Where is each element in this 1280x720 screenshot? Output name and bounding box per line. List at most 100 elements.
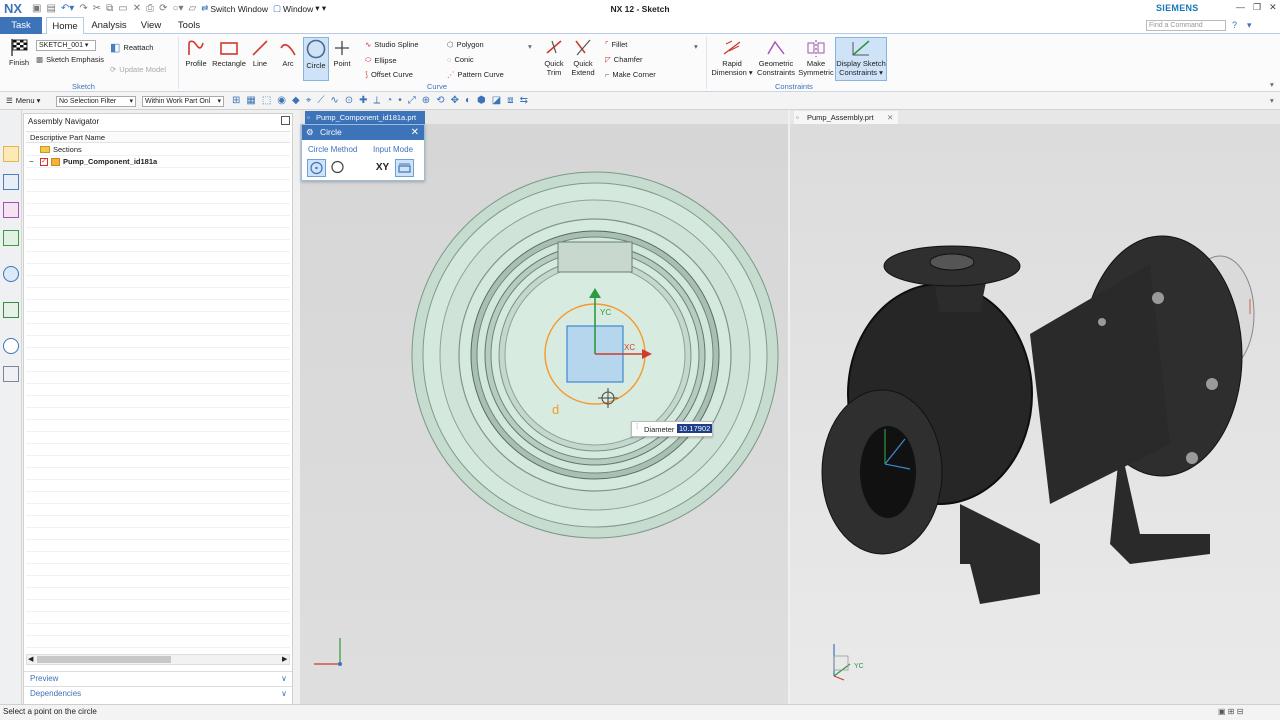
- web-browser-icon[interactable]: [3, 266, 19, 282]
- snap-control-icon[interactable]: ∿: [330, 95, 338, 106]
- circle-button[interactable]: Circle: [303, 37, 329, 81]
- dependencies-section[interactable]: Dependencies ∨: [24, 686, 292, 700]
- horizontal-scrollbar[interactable]: ◀ ▶: [26, 654, 290, 665]
- scroll-right-icon[interactable]: ▶: [282, 655, 287, 663]
- box-select-icon[interactable]: ⬚: [262, 95, 271, 106]
- circle-three-points-button[interactable]: [329, 159, 348, 177]
- navigator-maximize-icon[interactable]: [281, 116, 290, 125]
- ellipse-button[interactable]: ⬭ Ellipse: [365, 55, 397, 65]
- close-dialog-icon[interactable]: ✕: [411, 125, 419, 140]
- copy-icon[interactable]: ⧉: [106, 3, 113, 14]
- graphics-canvas[interactable]: YC: [790, 124, 1280, 705]
- history-icon[interactable]: [3, 302, 19, 318]
- studio-spline-button[interactable]: ∿ Studio Spline: [365, 40, 419, 49]
- print-icon[interactable]: ⎙: [146, 3, 154, 14]
- menu-button[interactable]: ☰ Menu ▾: [6, 96, 40, 105]
- close-tab-icon[interactable]: ✕: [887, 111, 893, 124]
- line-button[interactable]: Line: [250, 38, 270, 69]
- make-corner-button[interactable]: ⌐ Make Corner: [605, 70, 656, 79]
- reuse-library-icon[interactable]: [3, 230, 19, 246]
- delete-icon[interactable]: ✕: [133, 3, 141, 14]
- tab-pump-component[interactable]: Pump_Component_id181a.prt ▫: [305, 111, 425, 124]
- snap-endpoint-icon[interactable]: ⌖: [306, 95, 312, 106]
- scrollbar-thumb[interactable]: [37, 656, 171, 663]
- curve-gallery-more-icon[interactable]: ▾: [528, 42, 532, 51]
- diameter-input-box[interactable]: ⁞ Diameter 10.17902: [631, 421, 713, 437]
- edit-gallery-more-icon[interactable]: ▾: [694, 42, 698, 51]
- expand-icon[interactable]: −: [29, 157, 34, 166]
- snap-settings-icon[interactable]: ▦: [246, 95, 255, 106]
- fillet-button[interactable]: ⌜ Fillet: [605, 40, 627, 49]
- pattern-curve-button[interactable]: ⋰ Pattern Curve: [447, 70, 504, 79]
- tab-pump-assembly[interactable]: ▫ Pump_Assembly.prt ✕: [794, 111, 898, 124]
- constraint-navigator-icon[interactable]: [3, 174, 19, 190]
- undo-icon[interactable]: ↶▾: [61, 3, 74, 14]
- quick-trim-button[interactable]: Quick Trim: [541, 38, 567, 77]
- geometric-constraints-button[interactable]: Geometric Constraints: [755, 38, 797, 77]
- clock-icon[interactable]: [3, 338, 19, 354]
- tab-analysis[interactable]: Analysis: [88, 17, 130, 34]
- help-icon[interactable]: ?: [1232, 20, 1237, 31]
- circle-by-center-button[interactable]: [307, 159, 326, 177]
- tab-task[interactable]: Task: [0, 17, 42, 34]
- minimize-icon[interactable]: —: [1236, 2, 1245, 13]
- view-selection-icon[interactable]: ◉: [277, 95, 286, 106]
- save-icon[interactable]: ▣: [32, 3, 41, 14]
- sketch-view-svg[interactable]: d YC XC: [300, 124, 788, 705]
- rotate-view-icon[interactable]: ⟲: [436, 95, 444, 106]
- point-button[interactable]: Point: [332, 38, 352, 69]
- close-icon[interactable]: ✕: [1269, 2, 1277, 13]
- circle-dialog-header[interactable]: ⚙ Circle ✕: [302, 125, 424, 140]
- restore-icon[interactable]: ❐: [1253, 2, 1261, 13]
- snap-tangent-icon[interactable]: ⟂: [374, 95, 381, 106]
- assembly-navigator-icon[interactable]: [3, 146, 19, 162]
- reattach-button[interactable]: ◧ Reattach: [110, 41, 153, 54]
- snap-midpoint-icon[interactable]: ⟋: [317, 95, 324, 106]
- make-symmetric-button[interactable]: Make Symmetric: [798, 38, 834, 77]
- tab-tools[interactable]: Tools: [172, 17, 206, 34]
- finish-button[interactable]: Finish: [6, 37, 32, 68]
- rapid-dimension-button[interactable]: Rapid Dimension ▾: [711, 38, 753, 77]
- snap-quadrant-icon[interactable]: ◔: [386, 95, 392, 106]
- zoom-icon[interactable]: ⊕: [422, 95, 430, 106]
- tree-row-sections[interactable]: Sections: [26, 144, 290, 156]
- section-view-icon[interactable]: ◪: [492, 95, 501, 106]
- graphics-window-assembly[interactable]: ▫ Pump_Assembly.prt ✕ YC: [790, 110, 1280, 705]
- drag-handle-icon[interactable]: ⁞: [636, 422, 638, 431]
- checkbox-checked[interactable]: ✓: [40, 158, 48, 166]
- ribbon-collapse-icon[interactable]: ▾: [1270, 80, 1274, 89]
- snap-point-icon[interactable]: •: [398, 95, 402, 106]
- open-icon[interactable]: ▱: [189, 3, 197, 14]
- ribbon-options-icon[interactable]: ▾: [1247, 20, 1252, 31]
- solid-body-icon[interactable]: ◆: [292, 95, 300, 106]
- conic-button[interactable]: ◌ Conic: [447, 55, 474, 64]
- snap-center-icon[interactable]: ⊙: [345, 95, 353, 106]
- parameter-mode-button[interactable]: [395, 159, 414, 177]
- scroll-left-icon[interactable]: ◀: [28, 655, 33, 663]
- rectangle-button[interactable]: Rectangle: [211, 38, 247, 69]
- show-hide-icon[interactable]: ⇆: [520, 95, 528, 106]
- quick-extend-button[interactable]: Quick Extend: [569, 38, 597, 77]
- pan-view-icon[interactable]: ✥: [451, 95, 459, 106]
- polygon-button[interactable]: ⬡ Polygon: [447, 40, 484, 49]
- chamfer-button[interactable]: ◸ Chamfer: [605, 55, 643, 64]
- selection-filter-select[interactable]: No Selection Filter ▾: [56, 96, 136, 107]
- fit-view-icon[interactable]: ⤢: [408, 95, 416, 106]
- preview-section[interactable]: Preview ∨: [24, 671, 292, 685]
- redo-icon[interactable]: ↷: [79, 3, 87, 14]
- update-model-button[interactable]: ⟳ Update Model: [110, 65, 166, 74]
- part-navigator-icon[interactable]: [3, 202, 19, 218]
- window-menu-button[interactable]: ▢ Window ▾ ▾: [273, 3, 326, 14]
- switch-window-button[interactable]: ⇄ Switch Window: [201, 3, 268, 14]
- sketch-name-select[interactable]: SKETCH_001 ▾: [36, 40, 96, 51]
- display-sketch-constraints-button[interactable]: Display Sketch Constraints ▾: [835, 37, 887, 81]
- orient-view-icon[interactable]: ⬢: [477, 95, 486, 106]
- offset-curve-button[interactable]: ⟆ Offset Curve: [365, 70, 413, 79]
- graphics-window-component[interactable]: Pump_Component_id181a.prt ▫ d YC XC ⁞ Di…: [300, 110, 788, 705]
- xy-mode-button[interactable]: XY: [373, 159, 392, 177]
- graphics-canvas[interactable]: d YC XC ⁞ Diameter 10.17902: [300, 124, 788, 705]
- paste-icon[interactable]: ▭: [118, 3, 127, 14]
- render-style-icon[interactable]: ◐: [465, 95, 471, 106]
- snap-intersection-icon[interactable]: ✚: [359, 95, 367, 106]
- command-search-input[interactable]: Find a Command: [1146, 20, 1226, 31]
